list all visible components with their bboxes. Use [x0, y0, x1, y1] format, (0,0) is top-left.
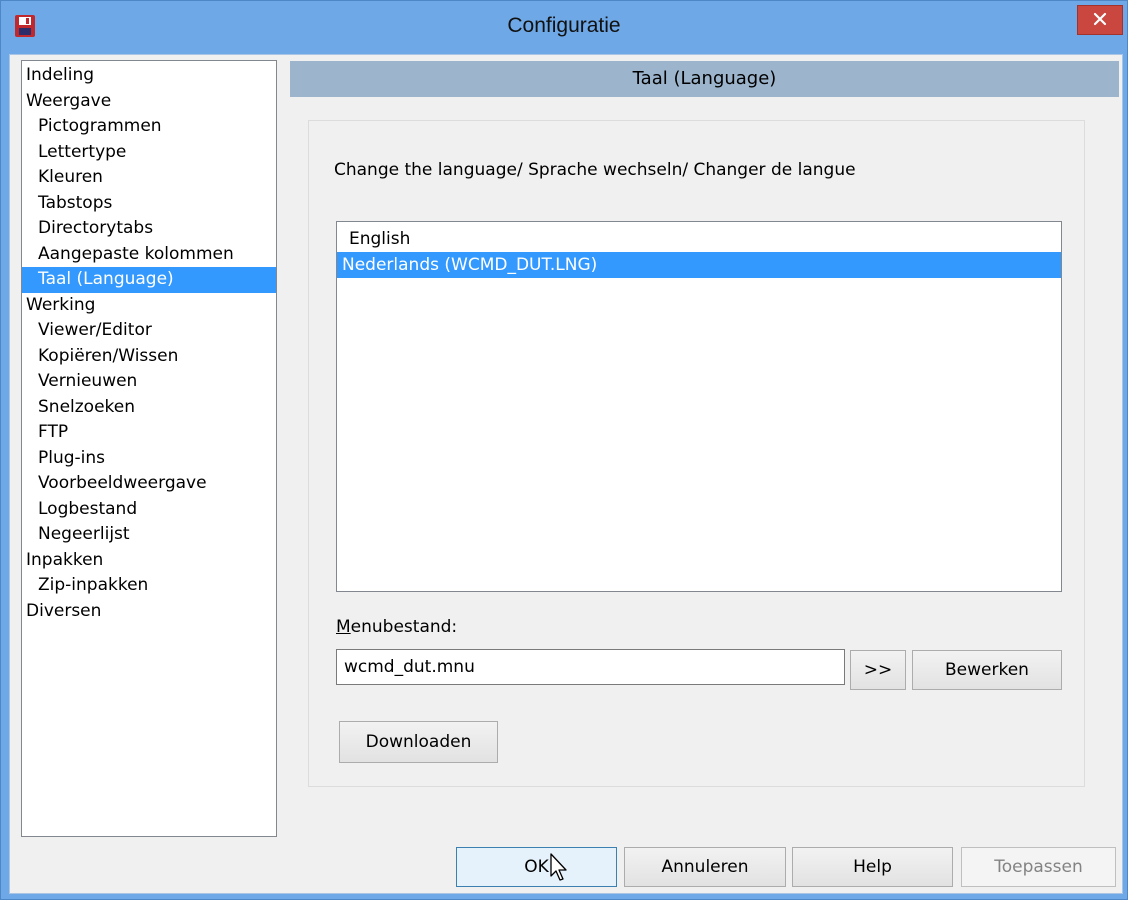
tree-item[interactable]: Diversen [22, 599, 276, 625]
tree-item[interactable]: Zip-inpakken [22, 573, 276, 599]
page-title: Taal (Language) [290, 61, 1119, 97]
mouse-pointer-icon [550, 853, 570, 883]
browse-button[interactable]: >> [850, 650, 906, 690]
menu-file-label-text: enubestand: [350, 617, 458, 637]
tree-item[interactable]: Logbestand [22, 497, 276, 523]
close-icon [1093, 11, 1107, 30]
ok-button[interactable]: OK [456, 847, 617, 887]
settings-tree[interactable]: Indeling Weergave Pictogrammen Lettertype Kl… [21, 60, 277, 837]
tree-item[interactable]: Kopiëren/Wissen [22, 344, 276, 370]
help-button[interactable]: Help [792, 847, 953, 887]
tree-item[interactable]: Lettertype [22, 140, 276, 166]
language-listbox[interactable]: English Nederlands (WCMD_DUT.LNG) [336, 221, 1062, 592]
tree-item[interactable]: Vernieuwen [22, 369, 276, 395]
menu-file-label-accesskey: M [336, 617, 351, 637]
menu-file-input[interactable] [336, 649, 845, 685]
tree-item[interactable]: Negeerlijst [22, 522, 276, 548]
tree-item[interactable]: Tabstops [22, 191, 276, 217]
tree-item[interactable]: Weergave [22, 89, 276, 115]
window-title: Configuratie [507, 14, 621, 37]
tree-item[interactable]: Viewer/Editor [22, 318, 276, 344]
language-list-item[interactable]: Nederlands (WCMD_DUT.LNG) [337, 252, 1061, 278]
tree-item[interactable]: Plug-ins [22, 446, 276, 472]
dialog-client-area: Indeling Weergave Pictogrammen Lettertype Kl… [9, 54, 1123, 894]
configuration-dialog: Configuratie Indeling Weergave Pictogramme… [0, 0, 1128, 900]
tree-item[interactable]: Aangepaste kolommen [22, 242, 276, 268]
language-instruction-text: Change the language/ Sprache wechseln/ C… [334, 160, 856, 180]
tree-item[interactable]: Taal (Language) [22, 267, 276, 293]
tree-item[interactable]: Werking [22, 293, 276, 319]
download-button[interactable]: Downloaden [339, 721, 498, 763]
edit-button[interactable]: Bewerken [912, 650, 1062, 690]
tree-item[interactable]: Inpakken [22, 548, 276, 574]
tree-item[interactable]: Pictogrammen [22, 114, 276, 140]
tree-item[interactable]: Indeling [22, 63, 276, 89]
menu-file-label: Menubestand: [336, 617, 457, 637]
cancel-button[interactable]: Annuleren [624, 847, 786, 887]
title-bar[interactable]: Configuratie [1, 1, 1127, 53]
language-list-item[interactable]: English [337, 226, 1061, 252]
tree-item[interactable]: FTP [22, 420, 276, 446]
tree-item[interactable]: Kleuren [22, 165, 276, 191]
tree-item[interactable]: Directorytabs [22, 216, 276, 242]
tree-item[interactable]: Snelzoeken [22, 395, 276, 421]
apply-button[interactable]: Toepassen [961, 847, 1116, 887]
tree-item[interactable]: Voorbeeldweergave [22, 471, 276, 497]
close-button[interactable] [1077, 5, 1123, 35]
